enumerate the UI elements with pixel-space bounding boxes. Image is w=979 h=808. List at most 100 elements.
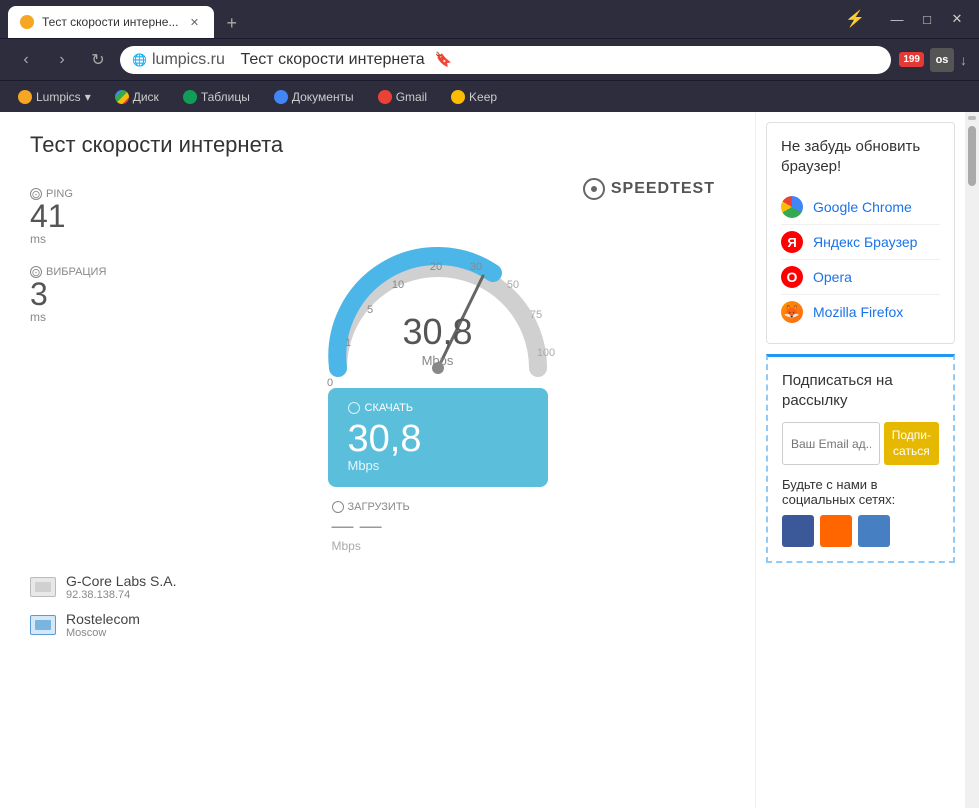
opera-logo: O: [781, 266, 803, 288]
url-bar[interactable]: 🌐 lumpics.ru Тест скорости интернета 🔖: [120, 46, 891, 74]
gauge-svg: 0 1 5 10 20 30 50 75 100: [298, 198, 578, 398]
active-tab[interactable]: Тест скорости интерне... ✕: [8, 6, 214, 38]
minimize-button[interactable]: —: [883, 7, 911, 31]
email-widget-title: Подписаться на рассылку: [782, 371, 939, 410]
gmail-favicon: [378, 90, 392, 104]
keep-favicon: [451, 90, 465, 104]
speedtest-logo: SPEEDTEST: [583, 178, 715, 200]
url-path: Тест скорости интернета: [241, 51, 425, 69]
browser-frame: Тест скорости интерне... ✕ + ⚡ — □ ✕ ‹ ›…: [0, 0, 979, 808]
new-tab-button[interactable]: +: [218, 9, 245, 38]
docs-favicon: [274, 90, 288, 104]
title-bar: Тест скорости интерне... ✕ + ⚡ — □ ✕: [0, 0, 979, 38]
upload-icon: [332, 501, 344, 513]
download-icon[interactable]: ↓: [960, 52, 967, 68]
docs-label: Документы: [292, 90, 354, 104]
update-widget: Не забудь обновить браузер! Google Chrom…: [766, 122, 955, 344]
server-telecom-icon: [30, 615, 56, 635]
scroll-up-arrow[interactable]: [968, 116, 976, 120]
vk-icon[interactable]: [858, 515, 890, 547]
bookmark-keep[interactable]: Keep: [445, 87, 503, 107]
bookmark-lumpics[interactable]: Lumpics ▾: [12, 87, 97, 107]
speedtest-logo-text: SPEEDTEST: [611, 180, 715, 198]
ping-stat: ⊙ PING 41 ms: [30, 188, 150, 246]
facebook-icon[interactable]: [782, 515, 814, 547]
maximize-button[interactable]: □: [913, 7, 941, 31]
server-info-rostelecom: Rostelecom Moscow: [66, 611, 140, 639]
upload-unit: Mbps: [332, 539, 544, 553]
upload-label: ЗАГРУЗИТЬ: [332, 501, 544, 513]
browser-item-opera[interactable]: O Opera: [781, 260, 940, 295]
content-area: Тест скорости интернета SPEEDTEST: [0, 112, 979, 808]
svg-text:5: 5: [366, 304, 372, 316]
speedtest-section: SPEEDTEST ⊙ PING 41: [30, 178, 725, 553]
jitter-value: 3: [30, 278, 150, 310]
back-button[interactable]: ‹: [12, 46, 40, 74]
upload-section: ЗАГРУЗИТЬ — — Mbps: [328, 501, 548, 553]
server-section: G-Core Labs S.A. 92.38.138.74 Rostelecom…: [30, 573, 725, 639]
browser-item-chrome[interactable]: Google Chrome: [781, 190, 940, 225]
browser-item-yandex[interactable]: Я Яндекс Браузер: [781, 225, 940, 260]
social-icons-row: [782, 515, 939, 547]
jitter-unit: ms: [30, 310, 150, 324]
browser-item-firefox[interactable]: 🦊 Mozilla Firefox: [781, 295, 940, 329]
bookmark-gmail[interactable]: Gmail: [372, 87, 433, 107]
bookmark-docs[interactable]: Документы: [268, 87, 360, 107]
refresh-button[interactable]: ↻: [84, 46, 112, 74]
scrollbar-thumb[interactable]: [968, 126, 976, 186]
chrome-logo: [781, 196, 803, 218]
url-site: lumpics.ru: [152, 51, 225, 69]
address-right-controls: 199 os ↓: [899, 48, 967, 72]
odnoklassniki-icon[interactable]: [820, 515, 852, 547]
firefox-logo: 🦊: [781, 301, 803, 323]
server-name-rostelecom: Rostelecom: [66, 611, 140, 627]
download-icon: [348, 402, 360, 414]
window-controls: — □ ✕: [883, 7, 971, 31]
tab-close-button[interactable]: ✕: [186, 14, 202, 30]
page-content: Тест скорости интернета SPEEDTEST: [0, 112, 979, 808]
right-sidebar: Не забудь обновить браузер! Google Chrom…: [755, 112, 965, 808]
url-separator: [231, 52, 235, 67]
bookmark-disk[interactable]: Диск: [109, 87, 165, 107]
close-button[interactable]: ✕: [943, 7, 971, 31]
chrome-name: Google Chrome: [813, 199, 912, 215]
email-input[interactable]: [782, 422, 880, 465]
email-widget: Подписаться на рассылку Подпи-саться Буд…: [766, 354, 955, 563]
bookmark-icon[interactable]: 🔖: [435, 51, 452, 68]
jitter-stat: ⊙ ВИБРАЦИЯ 3 ms: [30, 266, 150, 324]
disk-label: Диск: [133, 90, 159, 104]
lumpics-arrow: ▾: [85, 90, 91, 104]
tab-title: Тест скорости интерне...: [42, 15, 178, 29]
update-title: Не забудь обновить браузер!: [781, 137, 940, 176]
globe-icon: 🌐: [132, 53, 146, 67]
scrollbar[interactable]: [965, 112, 979, 808]
main-area: Тест скорости интернета SPEEDTEST: [0, 112, 755, 808]
lumpics-label: Lumpics: [36, 90, 81, 104]
address-bar: ‹ › ↻ 🌐 lumpics.ru Тест скорости интерне…: [0, 38, 979, 80]
bolt-icon: ⚡: [845, 9, 865, 29]
svg-text:50: 50: [506, 279, 518, 291]
gauge-number: 30,8: [402, 311, 472, 353]
gauge-value: 30,8 Mbps: [402, 311, 472, 368]
ping-value: 41: [30, 200, 150, 232]
tab-favicon: [20, 15, 34, 29]
gauge-unit: Mbps: [402, 353, 472, 368]
svg-text:20: 20: [429, 261, 441, 273]
yandex-name: Яндекс Браузер: [813, 234, 917, 250]
sheets-label: Таблицы: [201, 90, 250, 104]
google-favicon: [115, 90, 129, 104]
server-item-gcore: G-Core Labs S.A. 92.38.138.74: [30, 573, 725, 601]
bookmark-sheets[interactable]: Таблицы: [177, 87, 256, 107]
svg-text:1: 1: [344, 337, 350, 349]
svg-text:10: 10: [391, 279, 403, 291]
sheets-favicon: [183, 90, 197, 104]
server-ip: 92.38.138.74: [66, 589, 177, 601]
subscribe-button[interactable]: Подпи-саться: [884, 422, 939, 465]
svg-text:100: 100: [536, 347, 554, 359]
center-gauge: 0 1 5 10 20 30 50 75 100: [150, 168, 725, 553]
download-label: СКАЧАТЬ: [348, 402, 528, 414]
server-location: Moscow: [66, 627, 140, 639]
os-badge: os: [930, 48, 954, 72]
firefox-name: Mozilla Firefox: [813, 304, 903, 320]
forward-button[interactable]: ›: [48, 46, 76, 74]
